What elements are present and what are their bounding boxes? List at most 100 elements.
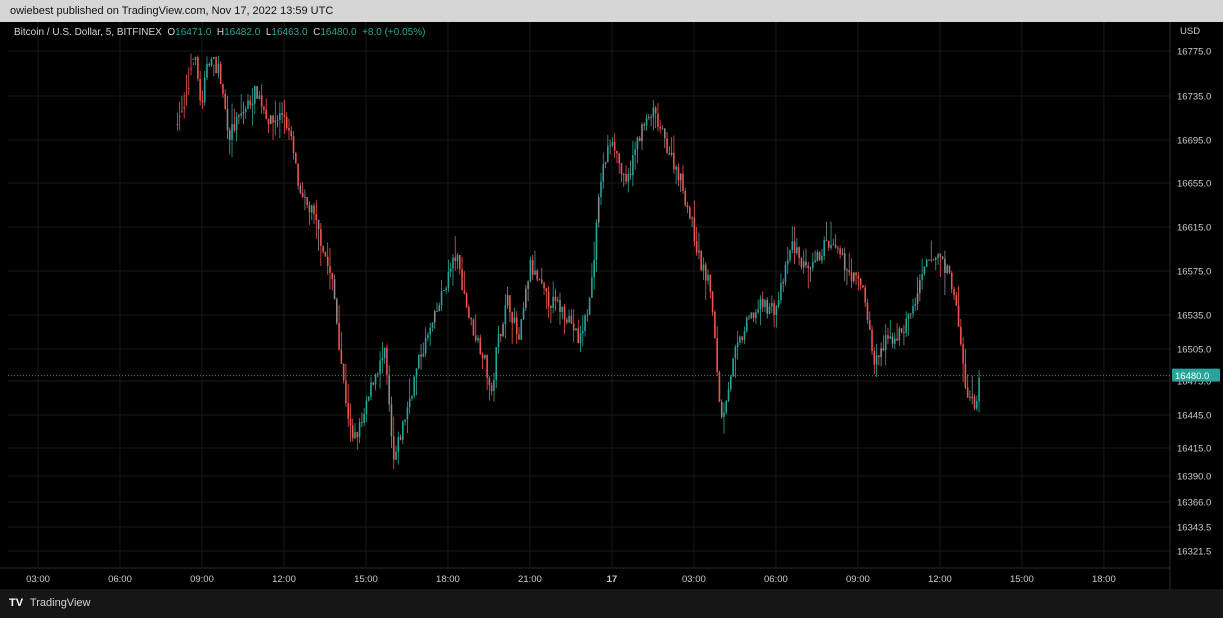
- price-chart[interactable]: USD 16775.0 16735.0 16695.0 16655.0 16615.0 16…: [0, 22, 1223, 589]
- candle-body: [511, 312, 513, 323]
- candle-body: [449, 268, 452, 272]
- candle-body: [213, 57, 215, 59]
- candle-body: [408, 398, 411, 408]
- candle-body: [479, 337, 482, 355]
- candle-body: [786, 260, 789, 265]
- candle-body: [392, 436, 395, 460]
- candle-body: [652, 107, 655, 118]
- candle-body: [356, 432, 359, 438]
- candle-body: [588, 297, 591, 315]
- candle-body: [682, 173, 684, 191]
- candle-body: [957, 305, 960, 327]
- candle-body: [367, 396, 370, 401]
- candle-body: [809, 267, 812, 269]
- candle-body: [540, 279, 543, 283]
- candle-body: [310, 205, 313, 213]
- candle-body: [684, 190, 687, 206]
- candle-body: [675, 166, 677, 170]
- symbol-legend: Bitcoin / U.S. Dollar, 5, BITFINEX O1647…: [14, 27, 425, 38]
- candle-body: [486, 354, 488, 378]
- candle-body: [313, 205, 315, 215]
- candle-body: [732, 358, 734, 377]
- candle-body: [529, 260, 532, 282]
- candle-body: [458, 255, 461, 270]
- candle-body: [595, 222, 598, 260]
- candle-body: [285, 116, 288, 129]
- candle-body: [210, 58, 213, 66]
- candle-body: [677, 166, 680, 181]
- candle-body: [203, 77, 206, 103]
- candle-body: [597, 197, 600, 223]
- candle-body: [543, 282, 545, 289]
- candle-body: [805, 261, 807, 266]
- candle-body: [613, 142, 616, 151]
- candle-body: [509, 295, 511, 313]
- candle-body: [622, 173, 625, 175]
- candle-body: [748, 317, 750, 319]
- candle-body: [536, 270, 539, 280]
- candle-body: [934, 258, 937, 260]
- candle-body: [474, 335, 477, 341]
- candle-body: [497, 333, 500, 348]
- candle-body: [734, 347, 737, 359]
- candle-body: [215, 57, 217, 74]
- candle-body: [190, 68, 192, 70]
- candle-body: [782, 281, 784, 284]
- candle-body: [714, 311, 716, 339]
- candle-body: [397, 436, 400, 452]
- candle-body: [427, 334, 429, 338]
- candle-body: [347, 403, 349, 419]
- candle-body: [208, 63, 211, 66]
- candle-body: [666, 138, 668, 154]
- candle-body: [379, 360, 381, 375]
- chart-area[interactable]: USD 16775.0 16735.0 16695.0 16655.0 16615.0 16…: [0, 22, 1223, 589]
- candle-body: [402, 421, 404, 440]
- candle-body: [654, 107, 657, 114]
- publisher-text: owiebest published on TradingView.com, N…: [10, 5, 334, 17]
- candle-body: [351, 425, 354, 439]
- currency-label: USD: [1180, 26, 1200, 37]
- candle-body: [859, 278, 862, 286]
- candle-body: [258, 95, 261, 99]
- candle-body: [525, 288, 527, 308]
- candle-body: [438, 305, 441, 312]
- candle-body: [948, 265, 951, 273]
- candle-body: [256, 86, 258, 99]
- candle-body: [338, 322, 340, 350]
- candle-body: [862, 285, 864, 288]
- candle-body: [584, 315, 586, 332]
- candle-body: [452, 257, 454, 269]
- candle-body: [447, 271, 450, 289]
- candle-body: [274, 120, 277, 123]
- candle-body: [559, 300, 561, 313]
- candle-body: [928, 259, 930, 261]
- candle-body: [197, 57, 199, 79]
- candle-body: [320, 229, 322, 246]
- candle-body: [932, 259, 935, 261]
- candle-body: [641, 124, 643, 142]
- candle-body: [336, 299, 338, 323]
- candle-body: [698, 250, 700, 253]
- candle-body: [834, 244, 837, 248]
- candle-body: [973, 396, 976, 409]
- candle-body: [349, 418, 352, 426]
- candle-body: [618, 153, 621, 164]
- candle-body: [299, 185, 302, 193]
- candle-body: [937, 254, 939, 259]
- candle-body: [884, 335, 887, 351]
- candle-body: [704, 264, 707, 281]
- candle-body: [217, 64, 220, 74]
- candle-body: [354, 432, 356, 439]
- candle-body: [955, 295, 958, 306]
- candle-body: [632, 155, 634, 176]
- candle-body: [663, 128, 666, 139]
- candle-body: [827, 240, 830, 248]
- candle-body: [966, 387, 969, 398]
- candle-body: [586, 314, 589, 316]
- candle-body: [930, 259, 933, 261]
- candle-body: [226, 108, 229, 131]
- candle-body: [755, 312, 757, 318]
- candle-body: [488, 377, 491, 386]
- candle-body: [265, 109, 268, 119]
- candle-body: [893, 338, 896, 344]
